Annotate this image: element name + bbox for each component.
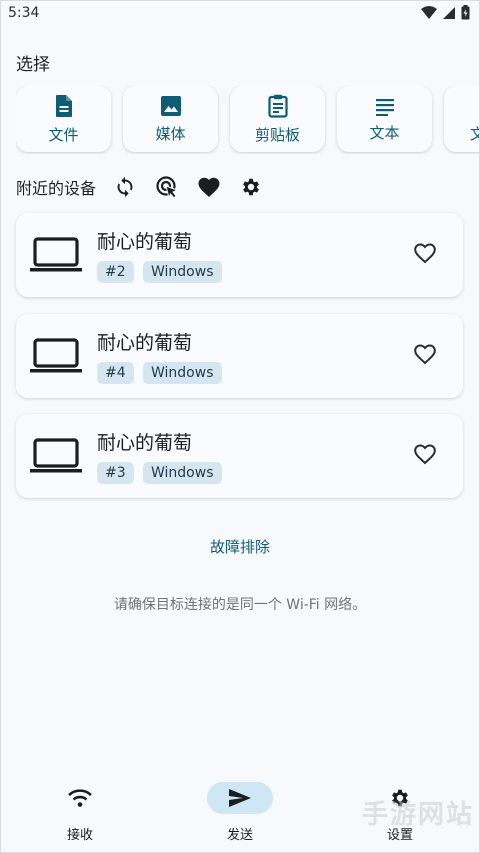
nearby-devices-title: 附近的设备 (16, 179, 97, 198)
file-icon (55, 94, 72, 117)
image-icon (160, 95, 181, 116)
choose-more-button[interactable]: 文 (444, 86, 480, 152)
status-time: 5:34 (8, 5, 40, 21)
target-cursor-icon (156, 176, 179, 199)
laptop-icon (30, 338, 82, 373)
device-id-badge: #3 (97, 462, 134, 484)
device-os-badge: Windows (143, 261, 222, 283)
choose-row: 文件 媒体 剪贴板 文本 文 (16, 86, 480, 154)
text-icon (375, 98, 394, 116)
status-bar: 5:34 (0, 0, 480, 28)
heart-filled-icon (198, 177, 220, 197)
laptop-icon (30, 438, 82, 473)
status-icons (421, 5, 470, 20)
device-name: 耐心的葡萄 (97, 432, 193, 454)
device-card[interactable]: 耐心的葡萄 #4 Windows (16, 314, 463, 398)
nav-receive-label: 接收 (66, 828, 93, 843)
manual-send-button[interactable] (154, 174, 180, 200)
favorites-button[interactable] (196, 174, 222, 200)
choose-clipboard-button[interactable]: 剪贴板 (230, 86, 325, 152)
device-name: 耐心的葡萄 (97, 231, 193, 253)
laptop-icon (30, 237, 82, 272)
nav-receive-indicator (47, 782, 113, 814)
device-name: 耐心的葡萄 (97, 332, 193, 354)
choose-text-button[interactable]: 文本 (337, 86, 432, 152)
choose-section-title: 选择 (16, 55, 50, 75)
same-network-hint: 请确保目标连接的是同一个 Wi-Fi 网络。 (113, 597, 367, 613)
watermark-text: 手游网站 (361, 800, 474, 830)
heart-outline-icon[interactable] (413, 242, 437, 264)
send-icon (229, 789, 251, 807)
choose-file-button[interactable]: 文件 (16, 86, 111, 152)
refresh-icon (117, 176, 133, 198)
device-os-badge: Windows (143, 362, 222, 384)
wifi-icon (68, 789, 92, 807)
nav-send-indicator (207, 782, 273, 814)
device-os-badge: Windows (143, 462, 222, 484)
nav-receive[interactable]: 接收 (20, 782, 140, 843)
gear-icon (243, 178, 259, 196)
nav-send[interactable]: 发送 (180, 782, 300, 843)
choose-media-button[interactable]: 媒体 (123, 86, 218, 152)
heart-outline-icon[interactable] (413, 443, 437, 465)
device-card[interactable]: 耐心的葡萄 #2 Windows (16, 213, 463, 297)
refresh-button[interactable] (112, 174, 138, 200)
choose-file-label: 文件 (48, 125, 79, 144)
wifi-status-icon (421, 5, 437, 19)
choose-more-label: 文 (470, 124, 480, 143)
nearby-header: 附近的设备 (16, 174, 280, 200)
clipboard-icon (267, 94, 288, 118)
send-settings-button[interactable] (238, 174, 264, 200)
device-id-badge: #4 (97, 362, 134, 384)
choose-media-label: 媒体 (155, 124, 186, 143)
signal-status-icon (443, 6, 455, 19)
troubleshoot-link[interactable]: 故障排除 (0, 536, 480, 557)
device-card[interactable]: 耐心的葡萄 #3 Windows (16, 414, 463, 498)
heart-outline-icon[interactable] (413, 343, 437, 365)
device-id-badge: #2 (97, 261, 134, 283)
choose-text-label: 文本 (369, 123, 400, 142)
battery-status-icon (461, 5, 470, 20)
choose-clipboard-label: 剪贴板 (254, 125, 300, 144)
nav-send-label: 发送 (226, 828, 253, 843)
